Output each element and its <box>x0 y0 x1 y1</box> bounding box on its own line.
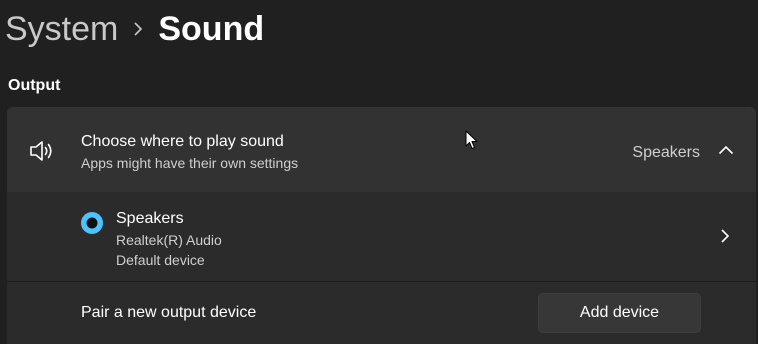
sound-settings-page: System Sound Output Choose where to play… <box>0 0 758 344</box>
page-title: Sound <box>158 9 265 48</box>
pair-device-row: Pair a new output device Add device <box>7 282 756 344</box>
mouse-pointer-icon <box>465 130 479 150</box>
device-status: Default device <box>116 252 205 268</box>
breadcrumb: System Sound <box>5 6 264 52</box>
radio-selected-icon[interactable] <box>80 211 104 235</box>
device-row-speakers[interactable]: Speakers Realtek(R) Audio Default device <box>7 193 756 281</box>
output-subtitle: Apps might have their own settings <box>81 155 299 171</box>
pair-device-label: Pair a new output device <box>81 304 257 321</box>
chevron-right-icon <box>118 6 158 52</box>
output-section-title: Output <box>8 77 61 94</box>
chevron-up-icon[interactable] <box>713 137 739 163</box>
breadcrumb-system-link[interactable]: System <box>5 10 118 49</box>
output-device-expander[interactable]: Choose where to play sound Apps might ha… <box>7 107 756 192</box>
output-card: Choose where to play sound Apps might ha… <box>7 107 756 344</box>
output-title: Choose where to play sound <box>81 133 284 150</box>
device-name: Speakers <box>116 210 184 227</box>
chevron-right-icon <box>717 228 733 244</box>
speaker-icon <box>28 138 56 164</box>
device-driver: Realtek(R) Audio <box>116 232 222 248</box>
add-device-button[interactable]: Add device <box>538 293 701 333</box>
selected-device-value: Speakers <box>632 144 700 161</box>
